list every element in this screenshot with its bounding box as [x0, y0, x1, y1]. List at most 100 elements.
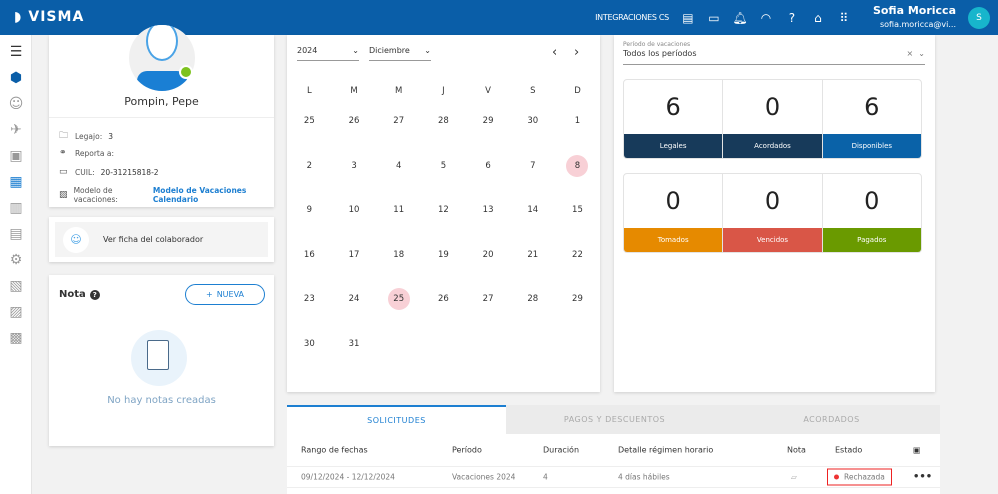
calendar-day[interactable]: 27 — [376, 110, 421, 132]
menu-icon[interactable]: ☰ — [0, 39, 32, 65]
summary-card: Período de vacaciones Todos los períodos… — [614, 35, 935, 392]
integraciones-link[interactable]: INTEGRACIONES CS — [595, 13, 669, 22]
calendar-week: 2345678 — [287, 144, 600, 189]
org-doc-icon[interactable]: ▥ — [0, 195, 32, 221]
help-icon[interactable]: ? — [785, 11, 799, 25]
settings-icon[interactable]: ⚙ — [0, 247, 32, 273]
calendar-day[interactable]: 22 — [555, 244, 600, 266]
calendar-day[interactable]: 14 — [510, 199, 555, 221]
calendar-day[interactable]: 26 — [421, 288, 466, 310]
table-row[interactable]: 09/12/2024 - 12/12/2024 Vacaciones 2024 … — [287, 466, 940, 488]
travel-icon[interactable]: ✈ — [0, 117, 32, 143]
ver-ficha-card[interactable]: ☺ Ver ficha del colaborador — [49, 217, 274, 262]
tab-solicitudes[interactable]: SOLICITUDES — [287, 405, 506, 434]
messages-icon[interactable]: ▧ — [0, 273, 32, 299]
people-icon: ☺ — [63, 226, 89, 253]
calendar-day[interactable]: 5 — [421, 155, 466, 177]
weekday-label: D — [574, 86, 581, 96]
headset-icon[interactable]: ◠ — [759, 11, 773, 25]
month-select[interactable]: Diciembre ⌄ — [369, 41, 431, 61]
calendar-day[interactable]: 10 — [332, 199, 377, 221]
weekday-label: L — [306, 86, 312, 96]
employee-icon[interactable]: ⬢ — [0, 65, 32, 91]
presentation-icon[interactable]: ▩ — [0, 325, 32, 351]
doc-settings-icon[interactable]: ▨ — [0, 299, 32, 325]
calendar-day[interactable]: 28 — [421, 110, 466, 132]
more-options-icon[interactable]: ••• — [913, 472, 932, 483]
period-select[interactable]: Todos los períodos × ⌄ — [623, 49, 925, 65]
weekday-header: LMMJVSD — [287, 83, 600, 99]
calendar-day[interactable]: 7 — [510, 155, 555, 177]
calendar-day[interactable]: 15 — [555, 199, 600, 221]
calendar-day[interactable]: 21 — [510, 244, 555, 266]
excel-export-icon[interactable]: ▣ — [913, 446, 921, 455]
calendar-day[interactable]: 1 — [555, 110, 600, 132]
summary-tile-legales: 6 Legales — [624, 80, 724, 158]
calendar-day[interactable]: 29 — [555, 288, 600, 310]
help-icon[interactable]: ? — [89, 289, 100, 300]
plus-icon: + — [205, 290, 213, 299]
calendar-day[interactable]: 26 — [332, 110, 377, 132]
summary-tile-pagados: 0 Pagados — [822, 174, 921, 252]
calendar-grid: L M M J V S D 25 26 27 28 29 30 1 2 3 4 5 6 7 8 9 10 11 12 13 14 15… — [287, 83, 600, 366]
calendar-day[interactable]: 18 — [376, 244, 421, 266]
calendar-day[interactable]: 9 — [287, 199, 332, 221]
calendar-day[interactable]: 12 — [421, 199, 466, 221]
calendar-day[interactable]: 20 — [466, 244, 511, 266]
home-icon[interactable]: ⌂ — [811, 11, 825, 25]
calendar-icon[interactable]: ▦ — [0, 169, 32, 195]
calendar-day[interactable]: 8 — [555, 154, 600, 177]
clear-icon[interactable]: × — [907, 49, 914, 58]
note-icon[interactable]: ▱ — [791, 473, 797, 482]
calendar-day — [376, 333, 421, 355]
apps-grid-icon[interactable]: ⠿ — [837, 11, 851, 25]
calendar-day[interactable]: 25 — [287, 110, 332, 132]
calendar-day — [555, 333, 600, 355]
bell-icon[interactable]: 🔔︎ — [732, 11, 747, 25]
document-icon[interactable]: ▤ — [0, 221, 32, 247]
database-check-icon[interactable]: ▤ — [681, 11, 695, 25]
user-info[interactable]: Sofia Moricca sofia.moricca@vi... — [873, 4, 956, 31]
calendar-day[interactable]: 30 — [510, 110, 555, 132]
next-month-button[interactable]: › — [574, 45, 579, 60]
calendar-day[interactable]: 24 — [332, 288, 377, 310]
prev-month-button[interactable]: ‹ — [552, 45, 557, 60]
divider — [49, 117, 274, 118]
calendar-day — [421, 333, 466, 355]
calendar-day[interactable]: 11 — [376, 199, 421, 221]
chevron-down-icon[interactable]: ⌄ — [918, 49, 925, 58]
calendar-day[interactable]: 2 — [287, 155, 332, 177]
monitor-icon[interactable]: ▭ — [707, 11, 721, 25]
team-icon[interactable]: ☺ — [0, 91, 32, 117]
vacation-model-link[interactable]: Modelo de Vacaciones Calendario — [153, 186, 274, 204]
calendar-day[interactable]: 25 — [376, 288, 421, 311]
avatar[interactable]: S — [968, 6, 990, 29]
tab-pagos-descuentos[interactable]: PAGOS Y DESCUENTOS — [506, 405, 723, 434]
calendar-day[interactable]: 17 — [332, 244, 377, 266]
visma-logo[interactable]: ◗ VISMA — [14, 9, 84, 25]
calendar-day[interactable]: 23 — [287, 288, 332, 310]
table-header: Rango de fechas Período Duración Detalle… — [301, 445, 921, 455]
calendar-day[interactable]: 4 — [376, 155, 421, 177]
calendar-day[interactable]: 31 — [332, 333, 377, 355]
clipboard-icon[interactable]: ▣ — [0, 143, 32, 169]
calendar-day[interactable]: 6 — [466, 155, 511, 177]
document-settings-icon: ▨ — [59, 190, 68, 200]
calendar-day[interactable]: 29 — [466, 110, 511, 132]
calendar-day[interactable]: 19 — [421, 244, 466, 266]
calendar-day[interactable]: 27 — [466, 288, 511, 310]
calendar-day[interactable]: 3 — [332, 155, 377, 177]
status-online-indicator — [179, 65, 193, 79]
empty-notes-text: No hay notas creadas — [107, 395, 216, 406]
new-note-button[interactable]: + NUEVA — [185, 284, 265, 305]
period-label: Período de vacaciones — [623, 41, 691, 48]
nota-card: Nota? + NUEVA No hay notas creadas — [49, 275, 274, 446]
calendar-day[interactable]: 30 — [287, 333, 332, 355]
tab-acordados[interactable]: ACORDADOS — [723, 405, 940, 434]
calendar-day[interactable]: 16 — [287, 244, 332, 266]
nota-title: Nota — [59, 289, 86, 300]
tabs: SOLICITUDES PAGOS Y DESCUENTOS ACORDADOS — [287, 405, 940, 434]
calendar-day[interactable]: 28 — [510, 288, 555, 310]
year-select[interactable]: 2024 ⌄ — [297, 41, 359, 61]
calendar-day[interactable]: 13 — [466, 199, 511, 221]
